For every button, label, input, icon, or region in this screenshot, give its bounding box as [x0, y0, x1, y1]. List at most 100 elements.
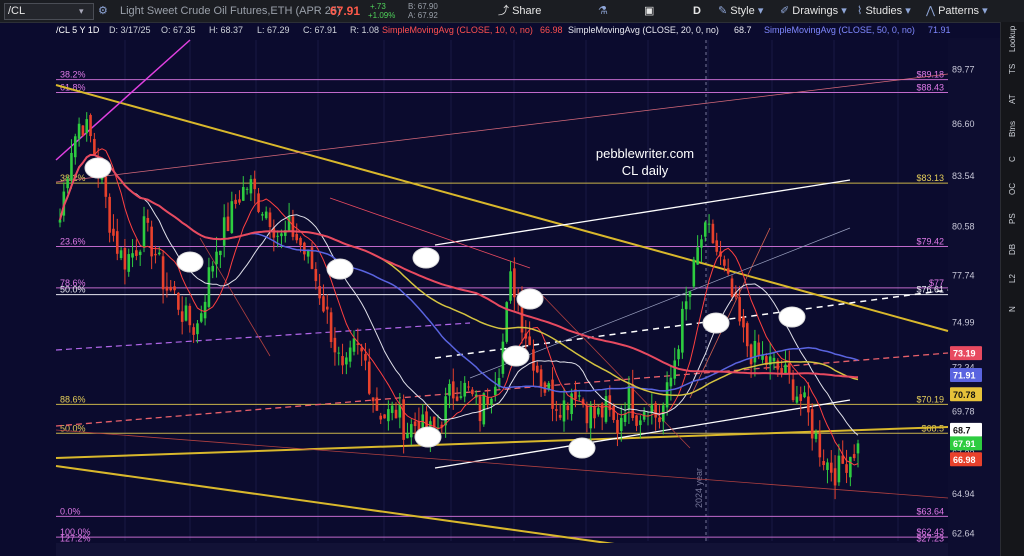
aggregation-period[interactable]: D [693, 0, 701, 22]
candle-body [371, 397, 375, 402]
candle-body [409, 424, 413, 438]
sma50-label[interactable]: SimpleMovingAvg (CLOSE, 50, 0, no) [764, 22, 915, 38]
pivot-marker[interactable] [778, 306, 806, 328]
symbol-dropdown-icon[interactable]: ▾ [79, 0, 84, 22]
sidebar-tab-ps[interactable]: PS [1001, 206, 1024, 232]
share-button[interactable]: ⤴ Share [498, 0, 541, 22]
price-chart[interactable]: 2024 year 38.2% $89.1861.8% $88.4338.2% $83… [0, 38, 1000, 556]
candle-body [509, 271, 512, 301]
candle-body [467, 386, 470, 388]
pivot-marker[interactable] [568, 437, 596, 459]
style-button[interactable]: ✎ Style ▾ [718, 0, 763, 22]
sidebar-tab-at[interactable]: AT [1001, 86, 1024, 112]
last-price: 67.91 [330, 4, 361, 18]
fib-left-label: 88.6% [60, 394, 86, 404]
sidebar-tab-oc[interactable]: OC [1001, 176, 1024, 202]
candle-body [845, 464, 848, 473]
chart-annotation: pebblewriter.com [596, 146, 694, 161]
candle-body [814, 432, 818, 439]
candle-body [180, 311, 184, 322]
candle-body [627, 385, 631, 410]
candle-body [749, 344, 753, 365]
candle-body [226, 216, 230, 232]
candle-body [799, 394, 803, 402]
candle-body [406, 433, 409, 439]
pivot-marker[interactable] [176, 251, 204, 273]
sidebar-tab-db[interactable]: DB [1001, 236, 1024, 262]
candle-body [532, 349, 535, 371]
info-high: H: 68.37 [209, 25, 244, 35]
pivot-marker[interactable] [412, 247, 440, 269]
price-badge-label: 66.98 [953, 455, 976, 465]
candle-body [77, 123, 81, 139]
pivot-marker[interactable] [414, 426, 442, 448]
share-label: Share [512, 5, 542, 17]
sma50-value: 71.91 [928, 25, 951, 35]
candle-body [448, 383, 451, 396]
candle-body [230, 201, 234, 233]
sidebar-tab-l2[interactable]: L2 [1001, 266, 1024, 292]
candle-body [555, 409, 558, 411]
studies-icon: ⌇ [857, 5, 863, 17]
candle-body [123, 248, 127, 270]
studies-button[interactable]: ⌇ Studies ▾ [857, 0, 911, 22]
candle-body [154, 253, 157, 256]
sidebar-tab-lookup[interactable]: Lookup [1001, 26, 1024, 52]
candle-body [619, 417, 623, 432]
candle-body [337, 352, 341, 354]
pivot-marker[interactable] [84, 157, 112, 179]
candle-body [81, 125, 85, 136]
candle-body [70, 152, 73, 180]
candle-body [486, 397, 489, 405]
time-axis[interactable] [56, 543, 948, 556]
candle-body [261, 214, 264, 216]
pivot-marker[interactable] [502, 345, 530, 367]
sma20-label[interactable]: SimpleMovingAvg (CLOSE, 20, 0, no) [568, 22, 719, 38]
price-tick-label: 83.54 [952, 171, 975, 181]
sidebar-tab-ts[interactable]: TS [1001, 56, 1024, 82]
candle-body [276, 235, 279, 237]
candle-body [726, 268, 730, 274]
price-badge-label: 71.91 [953, 370, 976, 380]
candle-body [367, 361, 371, 394]
candle-body [715, 240, 719, 252]
candle-body [112, 228, 115, 236]
candle-body [127, 254, 131, 272]
pivot-marker[interactable] [326, 258, 354, 280]
candle-body [757, 342, 761, 356]
candle-body [341, 356, 344, 366]
pivot-marker[interactable] [516, 288, 544, 310]
drawings-button[interactable]: ✐ Drawings ▾ [780, 0, 847, 22]
candle-body [635, 415, 638, 426]
flask-icon[interactable]: ⚗ [598, 0, 608, 22]
candle-body [711, 223, 715, 244]
fib-left-label: 127.2% [60, 534, 91, 544]
pivot-marker[interactable] [702, 312, 730, 334]
top-toolbar: /CL ▾ ⚙ Light Sweet Crude Oil Futures,ET… [0, 0, 1024, 23]
sidebar-tab-n[interactable]: N [1001, 296, 1024, 322]
candle-body [696, 247, 699, 265]
candle-body [207, 267, 211, 307]
sidebar-tab-c[interactable]: C [1001, 146, 1024, 172]
candle-body [616, 419, 619, 434]
candle-body [314, 268, 318, 282]
snapshot-icon[interactable]: ▣ [644, 0, 654, 22]
candle-body [142, 216, 146, 247]
sidebar-tab-btns[interactable]: Btns [1001, 116, 1024, 142]
price-badge-label: 68.7 [953, 425, 971, 435]
candle-body [264, 211, 268, 219]
price-axis[interactable] [948, 38, 1000, 556]
candle-body [577, 395, 581, 397]
sma10-label[interactable]: SimpleMovingAvg (CLOSE, 10, 0, no) [382, 22, 533, 38]
candle-body [203, 301, 207, 319]
candle-body [177, 292, 180, 310]
gear-icon[interactable]: ⚙ [98, 0, 108, 22]
patterns-label: Patterns [938, 5, 980, 17]
chevron-down-icon: ▾ [757, 5, 764, 17]
patterns-button[interactable]: ⋀ Patterns ▾ [926, 0, 988, 22]
candle-body [612, 405, 615, 420]
candle-body [390, 405, 394, 413]
candle-body [173, 286, 176, 291]
candle-body [345, 357, 348, 365]
pencil-icon: ✐ [780, 5, 790, 17]
